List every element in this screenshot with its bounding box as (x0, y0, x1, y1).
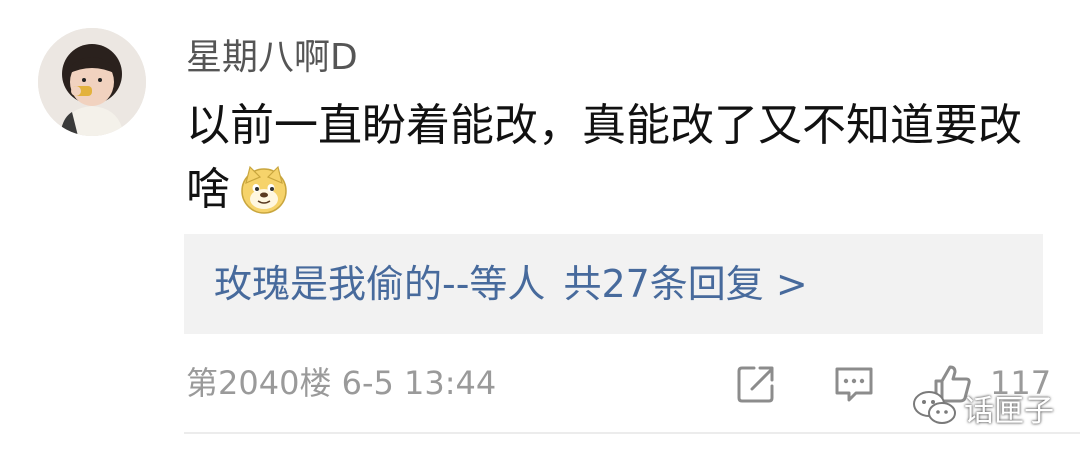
reply-user[interactable]: 玫瑰是我偷的--等人 (214, 262, 545, 306)
reply-count-link[interactable]: 共27条回复 > (563, 262, 807, 306)
avatar-image (38, 28, 146, 136)
reply-icon (835, 367, 873, 402)
username[interactable]: 星期八啊D (186, 36, 358, 80)
watermark: 话匣子 (912, 388, 1054, 429)
avatar[interactable] (38, 28, 146, 136)
comment-text: 以前一直盼着能改，真能改了又不知道要改 啥 (186, 94, 1046, 222)
doge-emoji (238, 163, 290, 215)
comment-text-line2: 啥 (186, 164, 230, 215)
wechat-icon (913, 391, 956, 424)
reply-button[interactable] (832, 362, 876, 406)
watermark-label: 话匣子 (964, 394, 1054, 429)
comment-item: 星期八啊D 以前一直盼着能改，真能改了又不知道要改 啥 玫瑰是我偷的--等人 共2… (0, 0, 1080, 454)
comment-text-line1: 以前一直盼着能改，真能改了又不知道要改 (186, 100, 1022, 151)
floor-timestamp: 第2040楼 6-5 13:44 (186, 364, 497, 402)
share-icon (737, 366, 774, 403)
reply-preview-text[interactable]: 玫瑰是我偷的--等人 共27条回复 > (214, 260, 808, 308)
divider (184, 432, 1080, 434)
reply-preview[interactable]: 玫瑰是我偷的--等人 共27条回复 > (184, 234, 1043, 334)
share-button[interactable] (734, 362, 778, 406)
